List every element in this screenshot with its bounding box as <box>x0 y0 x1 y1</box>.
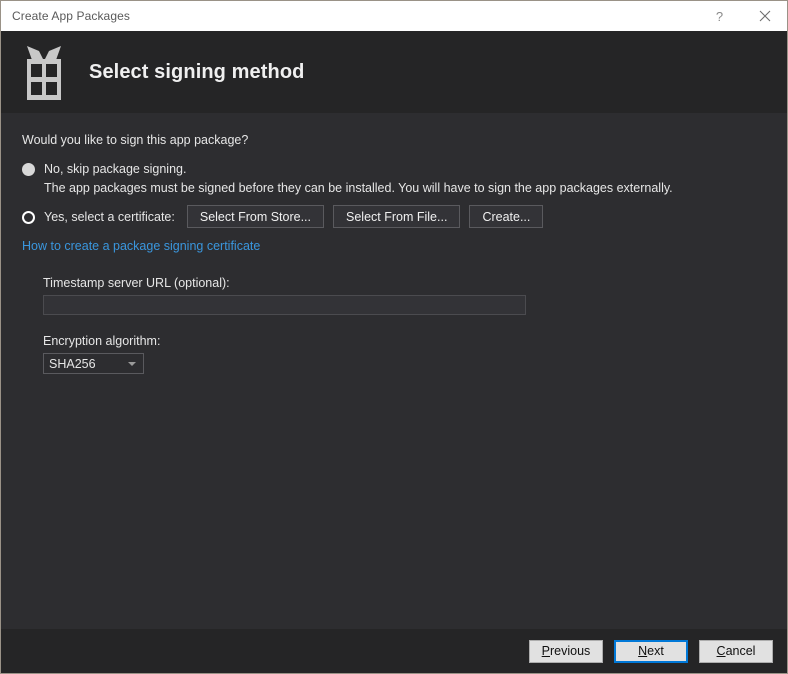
close-button[interactable] <box>742 1 787 31</box>
timestamp-server-label: Timestamp server URL (optional): <box>43 276 230 290</box>
gift-box-icon <box>22 43 66 101</box>
previous-accel: P <box>541 644 551 658</box>
next-button[interactable]: Next <box>614 639 688 663</box>
radio-yes-certificate-label: Yes, select a certificate: <box>44 209 175 224</box>
certificate-button-group: Select From Store... Select From File...… <box>186 205 553 228</box>
select-from-file-button[interactable]: Select From File... <box>333 205 461 228</box>
close-icon <box>759 10 770 22</box>
signing-question: Would you like to sign this app package? <box>22 133 249 147</box>
encryption-algorithm-value: SHA256 <box>49 356 96 371</box>
create-certificate-button[interactable]: Create... <box>469 205 544 228</box>
cancel-accel: C <box>716 644 726 658</box>
page-title: Select signing method <box>89 60 305 83</box>
radio-no-skip-indicator[interactable] <box>22 163 35 176</box>
previous-rest: revious <box>550 644 591 658</box>
radio-option-yes-certificate[interactable]: Yes, select a certificate: Select From S… <box>22 205 766 228</box>
how-to-create-certificate-link[interactable]: How to create a package signing certific… <box>22 239 260 253</box>
window-title: Create App Packages <box>12 9 130 23</box>
encryption-algorithm-dropdown[interactable]: SHA256 <box>43 353 144 374</box>
no-skip-description: The app packages must be signed before t… <box>44 181 673 195</box>
select-from-store-button[interactable]: Select From Store... <box>186 205 325 228</box>
radio-option-no-skip[interactable]: No, skip package signing. <box>22 161 766 177</box>
help-button[interactable]: ? <box>697 1 742 31</box>
title-bar: Create App Packages ? <box>1 1 787 31</box>
chevron-down-icon <box>128 361 136 366</box>
timestamp-server-input[interactable] <box>43 295 526 315</box>
next-accel: N <box>638 644 648 658</box>
timestamp-field-block: Timestamp server URL (optional): Encrypt… <box>43 276 766 374</box>
radio-no-skip-label: No, skip package signing. <box>44 162 187 176</box>
dialog-body: Would you like to sign this app package?… <box>1 113 787 629</box>
radio-yes-certificate-indicator[interactable] <box>22 211 35 224</box>
create-app-packages-dialog: Create App Packages ? Select signing met… <box>0 0 788 674</box>
cancel-rest: ancel <box>725 644 756 658</box>
dialog-footer: Previous Next Cancel <box>1 629 787 673</box>
next-rest: ext <box>647 644 664 658</box>
encryption-algorithm-label: Encryption algorithm: <box>43 334 161 348</box>
previous-button[interactable]: Previous <box>529 639 603 663</box>
question-mark-icon: ? <box>715 8 724 24</box>
cancel-button[interactable]: Cancel <box>699 639 773 663</box>
dialog-header: Select signing method <box>1 31 787 113</box>
